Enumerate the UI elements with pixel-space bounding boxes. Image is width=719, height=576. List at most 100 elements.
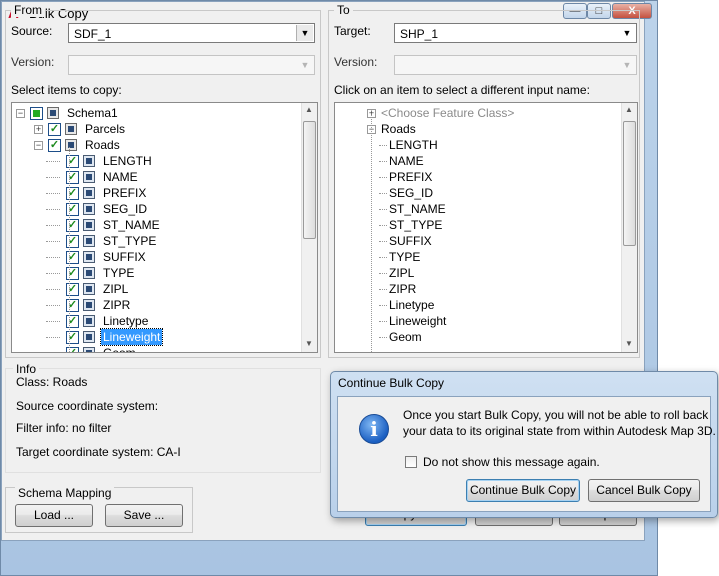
tree-row[interactable]: ✓ SEG_ID [12, 201, 302, 217]
tree-item-label[interactable]: ST_NAME [101, 217, 162, 233]
target-tree-item-label[interactable]: ST_NAME [389, 201, 446, 217]
target-tree-item-label[interactable]: Geom [389, 329, 422, 345]
tree-checkbox[interactable]: ✓ [48, 139, 61, 152]
chevron-down-icon[interactable]: ▼ [619, 25, 635, 41]
tree-item-label[interactable]: Roads [83, 137, 122, 153]
do-not-show-checkbox[interactable] [405, 456, 417, 468]
target-tree-row[interactable]: + <Choose Feature Class> [335, 105, 615, 121]
target-tree-item-label[interactable]: Roads [381, 121, 416, 137]
tree-checkbox[interactable]: ✓ [66, 219, 79, 232]
tree-checkbox[interactable]: ✓ [66, 187, 79, 200]
tree-row[interactable]: ✓ PREFIX [12, 185, 302, 201]
target-tree-item-label[interactable]: SUFFIX [389, 233, 432, 249]
collapse-icon[interactable]: − [34, 141, 43, 150]
target-tree[interactable]: ▲ ▼ + <Choose Feature Class> − Roads LENGTH N… [334, 102, 638, 353]
tree-checkbox[interactable]: ✓ [66, 155, 79, 168]
tree-checkbox[interactable]: ✓ [66, 299, 79, 312]
tree-checkbox[interactable]: ✓ [66, 235, 79, 248]
tree-item-label[interactable]: Schema1 [65, 105, 120, 121]
target-tree-row[interactable]: ZIPR [335, 281, 615, 297]
target-tree-row[interactable]: ST_NAME [335, 201, 615, 217]
tree-checkbox[interactable]: ✓ [66, 347, 79, 352]
tree-item-label[interactable]: ST_TYPE [101, 233, 158, 249]
tree-row[interactable]: ✓ SUFFIX [12, 249, 302, 265]
target-tree-row[interactable]: − Roads [335, 121, 615, 137]
do-not-show-label[interactable]: Do not show this message again. [423, 455, 600, 469]
target-tree-item-label[interactable]: SEG_ID [389, 185, 433, 201]
tree-checkbox[interactable]: ✓ [66, 251, 79, 264]
tree-row[interactable]: − Schema1 [12, 105, 302, 121]
target-tree-row[interactable]: Linetype [335, 297, 615, 313]
target-tree-row[interactable]: LENGTH [335, 137, 615, 153]
target-version-dropdown[interactable]: ▼ [394, 55, 637, 75]
source-version-dropdown[interactable]: ▼ [68, 55, 315, 75]
target-dropdown[interactable]: SHP_1 ▼ [394, 23, 637, 43]
tree-row[interactable]: ✓ ZIPR [12, 297, 302, 313]
tree-row[interactable]: ✓ LENGTH [12, 153, 302, 169]
expand-icon[interactable]: + [34, 125, 43, 134]
load-button[interactable]: Load ... [15, 504, 93, 527]
target-tree-scrollbar[interactable]: ▲ ▼ [621, 103, 637, 352]
target-tree-item-label[interactable]: LENGTH [389, 137, 438, 153]
collapse-icon[interactable]: − [16, 109, 25, 118]
tree-checkbox[interactable]: ✓ [66, 315, 79, 328]
tree-row[interactable]: − ✓ Roads [12, 137, 302, 153]
target-tree-item-label[interactable]: ZIPL [389, 265, 414, 281]
scroll-down-icon[interactable]: ▼ [305, 339, 313, 348]
target-tree-item-label[interactable]: Lineweight [389, 313, 446, 329]
tree-row[interactable]: ✓ Geom [12, 345, 302, 352]
tree-item-label[interactable]: Lineweight [99, 328, 164, 346]
scroll-up-icon[interactable]: ▲ [625, 105, 633, 114]
tree-checkbox[interactable]: ✓ [66, 283, 79, 296]
tree-checkbox[interactable]: ✓ [66, 331, 79, 344]
target-tree-item-label[interactable]: ST_TYPE [389, 217, 442, 233]
cancel-bulk-copy-button[interactable]: Cancel Bulk Copy [588, 479, 700, 502]
target-tree-item-label[interactable]: Linetype [389, 297, 434, 313]
target-tree-row[interactable]: NAME [335, 153, 615, 169]
tree-row[interactable]: + ✓ Parcels [12, 121, 302, 137]
scroll-thumb[interactable] [623, 121, 636, 246]
tree-checkbox[interactable]: ✓ [66, 203, 79, 216]
tree-row[interactable]: ✓ Linetype [12, 313, 302, 329]
tree-item-label[interactable]: SUFFIX [101, 249, 148, 265]
target-tree-row[interactable]: Lineweight [335, 313, 615, 329]
tree-row[interactable]: ✓ Lineweight [12, 328, 302, 346]
target-tree-item-label[interactable]: ZIPR [389, 281, 416, 297]
source-dropdown[interactable]: SDF_1 ▼ [68, 23, 315, 43]
tree-item-label[interactable]: Linetype [101, 313, 150, 329]
tree-item-label[interactable]: ZIPL [101, 281, 130, 297]
target-tree-row[interactable]: ST_TYPE [335, 217, 615, 233]
source-tree[interactable]: ▲ ▼ − Schema1 + ✓ Parcels − ✓ Roads ✓ LENGTH ✓ NAME… [11, 102, 318, 353]
tree-row[interactable]: ✓ TYPE [12, 265, 302, 281]
tree-row[interactable]: ✓ NAME [12, 169, 302, 185]
tree-item-label[interactable]: PREFIX [101, 185, 148, 201]
tree-checkbox[interactable]: ✓ [66, 171, 79, 184]
tree-item-label[interactable]: NAME [101, 169, 140, 185]
tree-checkbox[interactable] [30, 107, 43, 120]
target-tree-item-label[interactable]: TYPE [389, 249, 420, 265]
tree-checkbox[interactable]: ✓ [48, 123, 61, 136]
scroll-thumb[interactable] [303, 121, 316, 239]
tree-row[interactable]: ✓ ZIPL [12, 281, 302, 297]
tree-checkbox[interactable]: ✓ [66, 267, 79, 280]
target-tree-row[interactable]: TYPE [335, 249, 615, 265]
tree-item-label[interactable]: LENGTH [101, 153, 154, 169]
target-tree-row[interactable]: SEG_ID [335, 185, 615, 201]
tree-item-label[interactable]: Geom [101, 345, 138, 352]
target-tree-row[interactable]: Geom [335, 329, 615, 345]
tree-row[interactable]: ✓ ST_TYPE [12, 233, 302, 249]
target-tree-row[interactable]: ZIPL [335, 265, 615, 281]
scroll-down-icon[interactable]: ▼ [625, 339, 633, 348]
tree-item-label[interactable]: SEG_ID [101, 201, 149, 217]
save-button[interactable]: Save ... [105, 504, 183, 527]
target-tree-row[interactable]: SUFFIX [335, 233, 615, 249]
tree-item-label[interactable]: Parcels [83, 121, 127, 137]
tree-item-label[interactable]: ZIPR [101, 297, 132, 313]
source-tree-scrollbar[interactable]: ▲ ▼ [301, 103, 317, 352]
tree-item-label[interactable]: TYPE [101, 265, 136, 281]
continue-bulk-copy-button[interactable]: Continue Bulk Copy [466, 479, 580, 502]
chevron-down-icon[interactable]: ▼ [296, 25, 313, 41]
target-tree-item-label[interactable]: NAME [389, 153, 424, 169]
tree-row[interactable]: ✓ ST_NAME [12, 217, 302, 233]
target-tree-row[interactable]: PREFIX [335, 169, 615, 185]
